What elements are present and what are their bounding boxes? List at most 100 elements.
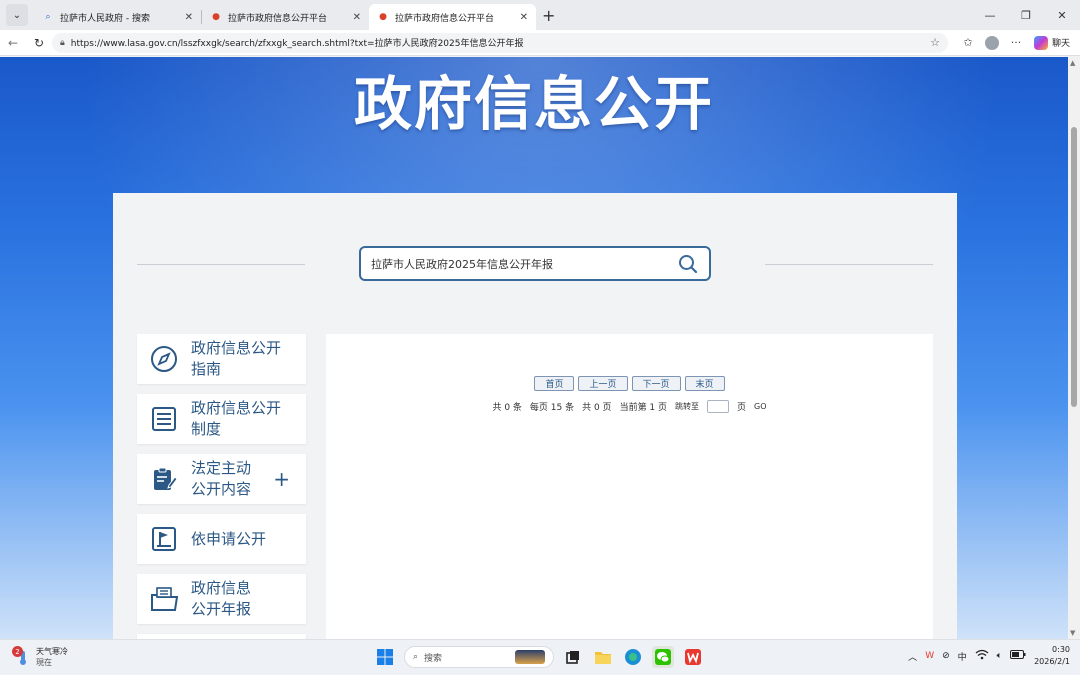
scroll-down-icon[interactable]: ▼: [1070, 629, 1075, 637]
page-scrollbar[interactable]: ▲ ▼: [1068, 57, 1080, 639]
tab-label: 拉萨市政府信息公开平台: [228, 13, 328, 24]
minimize-icon[interactable]: —: [972, 0, 1008, 30]
wps-tray-icon[interactable]: W: [925, 651, 934, 661]
menu-item-label: 政府信息 公开年报: [191, 579, 252, 618]
emblem-icon: ●: [212, 12, 220, 22]
page-title: 政府信息公开: [353, 70, 714, 138]
next-page-button[interactable]: 下一页: [631, 376, 681, 391]
jump-page-input[interactable]: [707, 400, 730, 413]
first-page-button[interactable]: 首页: [534, 376, 575, 391]
new-tab-button[interactable]: +: [542, 6, 555, 25]
pagination-info: 共 0 条 每页 15 条 共 0 页 当前第 1 页 跳转至 页 GO: [326, 400, 933, 413]
system-tray: ︿ W ⊘ 中 🔈︎ 0:30 2026/2/1: [908, 644, 1070, 668]
search-input[interactable]: [371, 257, 677, 270]
close-window-icon[interactable]: ✕: [1044, 0, 1080, 30]
file-explorer-icon[interactable]: [592, 646, 614, 668]
close-icon[interactable]: ✕: [520, 12, 528, 23]
close-icon[interactable]: ✕: [353, 12, 361, 23]
search-box: [359, 246, 711, 281]
main-panel: 政府信息公开指南 政府信息公开制度 法定主动公开内容 + 依申请公开 政府信: [113, 193, 957, 639]
weather-text: 天气寒冷 現在: [36, 647, 68, 667]
total-items: 共 0 条: [492, 403, 522, 413]
url-field[interactable]: 🔒︎ https://www.lasa.gov.cn/lsszfxxgk/sea…: [52, 32, 948, 53]
search-icon: ⌕: [45, 12, 51, 22]
weather-widget[interactable]: 2 天气寒冷 現在: [12, 646, 68, 668]
wechat-icon[interactable]: [652, 646, 674, 668]
emblem-icon: ●: [379, 12, 387, 22]
restore-icon[interactable]: ❐: [1008, 0, 1044, 30]
page-viewport: 政府信息公开 政府信息公开指南 政府信息公开制度 法定主: [0, 57, 1080, 639]
close-icon[interactable]: ✕: [185, 12, 193, 23]
per-page: 每页 15 条: [529, 403, 575, 413]
more-options-icon[interactable]: ···: [1004, 36, 1028, 49]
divider: [765, 264, 933, 265]
refresh-icon[interactable]: ↻: [26, 36, 52, 50]
menu-item-system[interactable]: 政府信息公开 制度: [137, 394, 306, 444]
address-bar: ← ↻ 🔒︎ https://www.lasa.gov.cn/lsszfxxgk…: [0, 30, 1080, 56]
jump-label: 跳转至: [675, 402, 700, 411]
taskbar: 2 天气寒冷 現在 ⌕ 搜索 ︿ W ⊘ 中 🔈︎ 0:30 2026/2/1: [0, 639, 1080, 675]
tab-gov-platform[interactable]: ● 拉萨市政府信息公开平台 ✕: [202, 4, 369, 30]
volume-icon[interactable]: 🔈︎: [997, 651, 1002, 661]
thermometer-icon: 2: [12, 646, 32, 666]
copilot-icon: [1033, 35, 1048, 50]
tab-label: 拉萨市人民政府 - 搜索: [60, 13, 150, 24]
divider: [137, 264, 305, 265]
notification-badge: 2: [12, 646, 23, 657]
lock-icon: 🔒︎: [60, 37, 65, 48]
wps-office-icon[interactable]: [682, 646, 704, 668]
flag-board-icon: [137, 525, 191, 553]
tab-strip: ⌄ ⌕ 拉萨市人民政府 - 搜索 ✕ ● 拉萨市政府信息公开平台 ✕ ● 拉萨市…: [0, 0, 1080, 30]
tab-gov-platform-active[interactable]: ● 拉萨市政府信息公开平台 ✕: [369, 4, 536, 30]
pagination: 首页 上一页 下一页 末页: [326, 376, 933, 391]
menu-item-label: 政府信息公开 指南: [191, 339, 282, 378]
menu-item-label: 依申请公开: [191, 529, 267, 548]
ime-indicator[interactable]: 中: [958, 650, 967, 663]
wifi-icon[interactable]: [975, 649, 989, 663]
taskbar-apps: ⌕ 搜索: [374, 646, 704, 668]
avatar[interactable]: [984, 35, 999, 50]
go-button[interactable]: GO: [754, 402, 767, 411]
favorites-icon[interactable]: ✩: [956, 36, 980, 49]
chat-button[interactable]: 聊天: [1033, 35, 1070, 50]
tab-search[interactable]: ⌕ 拉萨市人民政府 - 搜索 ✕: [34, 4, 201, 30]
last-page-button[interactable]: 末页: [684, 376, 725, 391]
results-area: 首页 上一页 下一页 末页 共 0 条 每页 15 条 共 0 页 当前第 1 …: [326, 334, 933, 639]
chevron-down-icon: ⌄: [12, 9, 22, 21]
menu-item-statutory-content[interactable]: 法定主动 公开内容 +: [137, 454, 306, 504]
list-document-icon: [137, 405, 191, 433]
taskbar-search-placeholder: 搜索: [424, 653, 443, 664]
search-icon: ⌕: [413, 652, 419, 662]
page-unit: 页: [737, 403, 747, 413]
scroll-up-icon[interactable]: ▲: [1070, 59, 1075, 67]
menu-item-guide[interactable]: 政府信息公开 指南: [137, 334, 306, 384]
chat-label: 聊天: [1051, 39, 1070, 49]
battery-icon[interactable]: [1010, 650, 1026, 662]
scrollbar-thumb[interactable]: [1071, 127, 1077, 407]
task-view-icon[interactable]: [562, 646, 584, 668]
folder-document-icon: [137, 585, 191, 613]
star-icon[interactable]: ☆: [930, 36, 940, 49]
back-arrow-icon[interactable]: ←: [0, 36, 26, 50]
current-page: 当前第 1 页: [619, 403, 668, 413]
window-controls: — ❐ ✕: [972, 0, 1080, 30]
edge-browser-icon[interactable]: [622, 646, 644, 668]
taskbar-search[interactable]: ⌕ 搜索: [404, 646, 554, 668]
chevron-up-icon[interactable]: ︿: [908, 650, 917, 663]
search-highlight-icon: [515, 650, 545, 664]
menu-item-apply-disclosure[interactable]: 依申请公开: [137, 514, 306, 564]
tab-actions-button[interactable]: ⌄: [6, 4, 28, 26]
url-text[interactable]: https://www.lasa.gov.cn/lsszfxxgk/search…: [71, 36, 930, 49]
compass-icon: [137, 345, 191, 373]
menu-item-label: 政府信息公开 制度: [191, 399, 282, 438]
clock[interactable]: 0:30 2026/2/1: [1034, 644, 1070, 668]
tab-label: 拉萨市政府信息公开平台: [395, 13, 495, 24]
menu-item-annual-report[interactable]: 政府信息 公开年报: [137, 574, 306, 624]
search-icon[interactable]: [677, 253, 699, 275]
expand-icon[interactable]: +: [273, 467, 290, 491]
total-pages: 共 0 页: [582, 403, 612, 413]
prev-page-button[interactable]: 上一页: [578, 376, 628, 391]
windows-start-icon[interactable]: [374, 646, 396, 668]
network-off-icon[interactable]: ⊘: [942, 651, 950, 661]
clipboard-edit-icon: [137, 465, 191, 493]
